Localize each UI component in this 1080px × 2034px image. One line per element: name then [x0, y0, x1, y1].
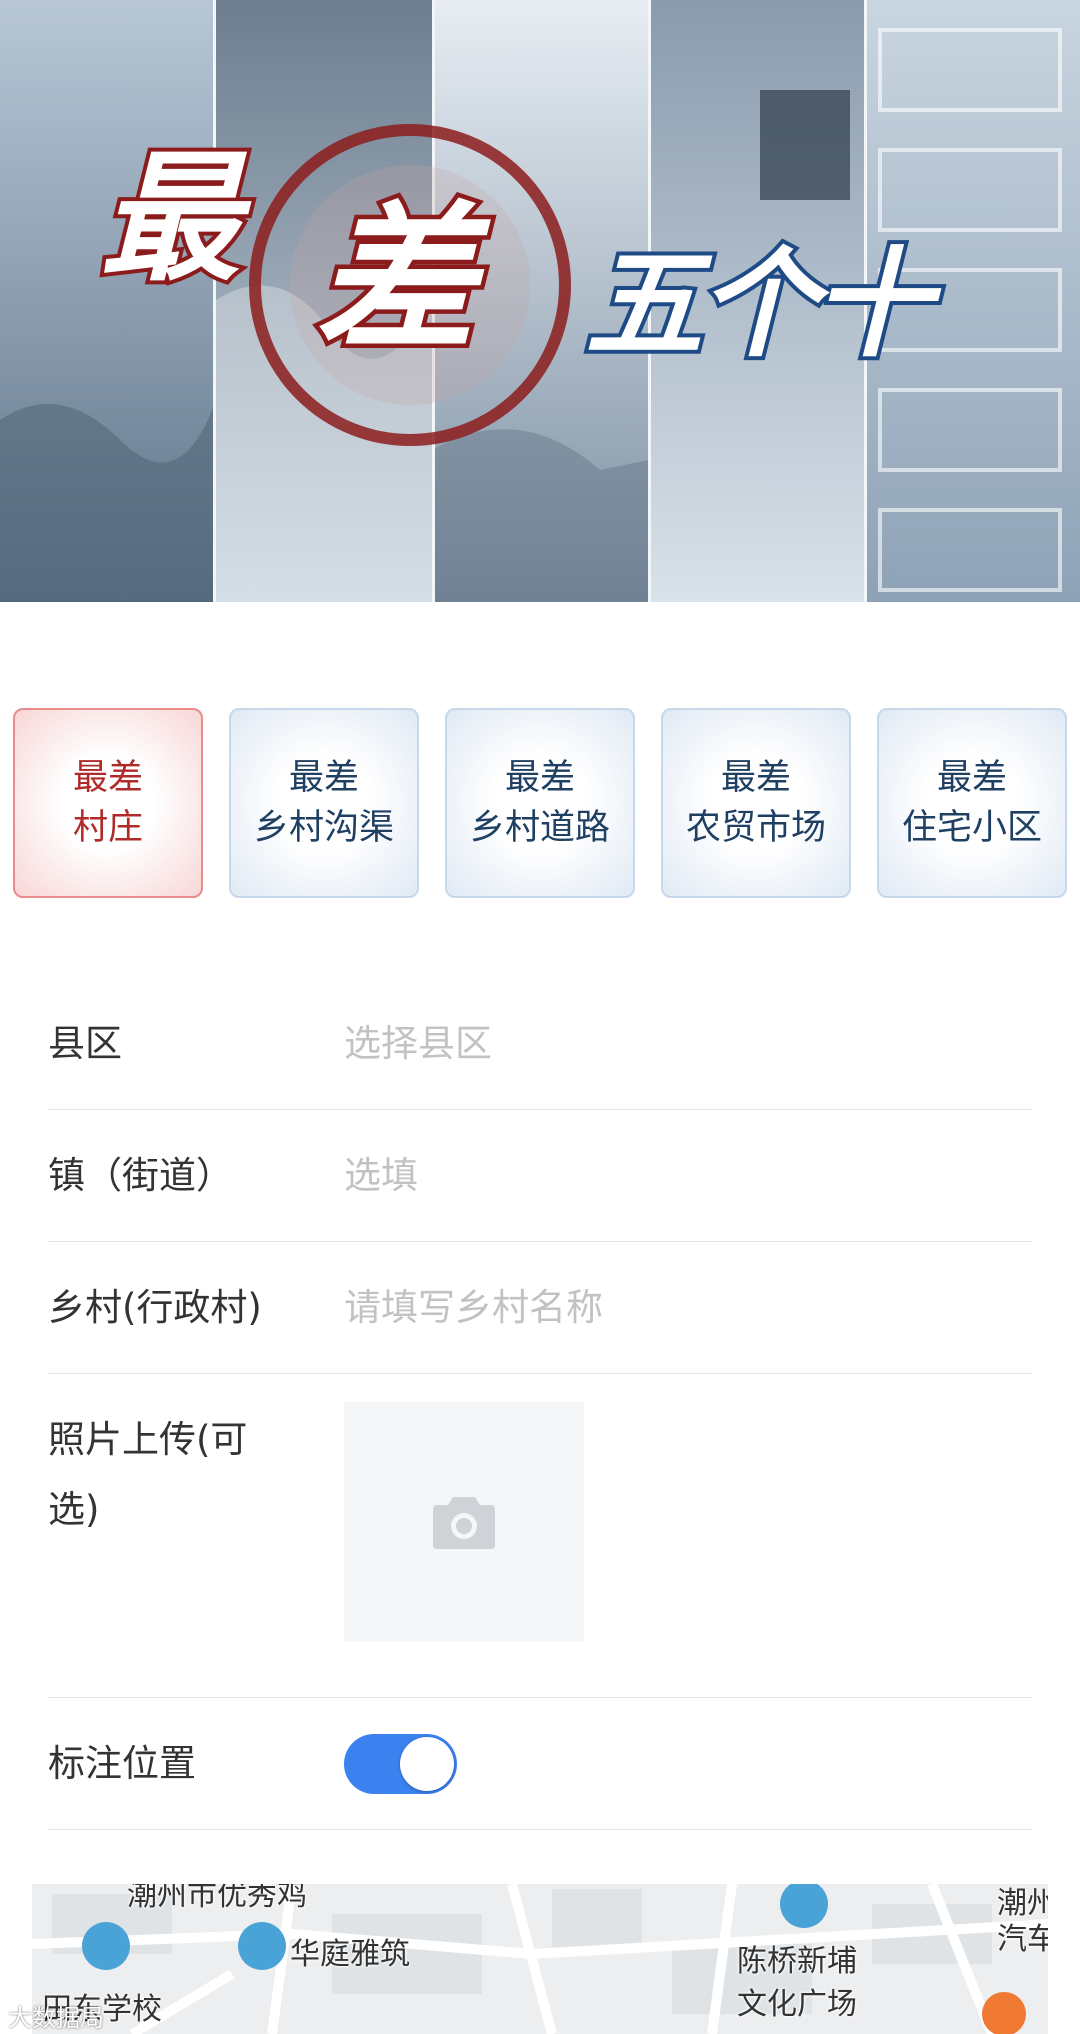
tab-line2: 乡村道路 [469, 808, 610, 848]
report-form: 县区 镇（街道） 乡村(行政村) 照片上传(可 选) 标注位置 [48, 978, 1032, 1830]
tab-line2: 农贸市场 [685, 808, 826, 848]
banner-title: 最 差 五个十 [0, 0, 1080, 602]
map-label: 汽车 [997, 1922, 1048, 1957]
map-label: 华庭雅筑 [290, 1937, 410, 1972]
town-input[interactable] [344, 1146, 1004, 1206]
tab-line2: 乡村沟渠 [253, 808, 394, 848]
tab-worst-rural-ditch[interactable]: 最差 乡村沟渠 [229, 708, 419, 898]
tab-line2: 村庄 [72, 808, 143, 848]
village-label: 乡村(行政村) [48, 1286, 262, 1329]
toggle-knob [400, 1737, 454, 1791]
town-label: 镇（街道） [48, 1154, 233, 1197]
location-toggle[interactable] [344, 1734, 457, 1794]
tab-worst-market[interactable]: 最差 农贸市场 [661, 708, 851, 898]
tab-line1: 最差 [936, 758, 1007, 798]
banner-title-char-2: 差 [310, 186, 479, 373]
location-row: 标注位置 [48, 1698, 1032, 1830]
tab-line1: 最差 [72, 758, 143, 798]
county-select[interactable] [344, 1014, 1004, 1074]
header-banner: 最 差 五个十 [0, 0, 1080, 602]
tab-line1: 最差 [720, 758, 791, 798]
tab-line1: 最差 [288, 758, 359, 798]
photo-upload-button[interactable] [344, 1402, 584, 1642]
tab-line1: 最差 [504, 758, 575, 798]
county-label: 县区 [48, 1022, 122, 1065]
map-label: 陈桥新埔 [737, 1944, 857, 1979]
photo-label-line1: 照片上传(可 [48, 1418, 248, 1461]
tab-worst-rural-road[interactable]: 最差 乡村道路 [445, 708, 635, 898]
village-row[interactable]: 乡村(行政村) [48, 1242, 1032, 1374]
map-label: 潮州市优秀鸡 [127, 1884, 307, 1913]
location-label: 标注位置 [48, 1742, 196, 1785]
camera-icon [433, 1497, 495, 1549]
category-tabs: 最差 村庄 最差 乡村沟渠 最差 乡村道路 最差 农贸市场 最差 住宅小区 [13, 708, 1067, 898]
tab-worst-village[interactable]: 最差 村庄 [13, 708, 203, 898]
county-row[interactable]: 县区 [48, 978, 1032, 1110]
banner-title-rest: 五个十 [581, 235, 935, 373]
photo-label-line2: 选) [48, 1488, 100, 1531]
village-input[interactable] [344, 1278, 1004, 1338]
photo-upload-row: 照片上传(可 选) [48, 1374, 1032, 1698]
location-map[interactable]: 潮州市优秀鸡 华庭雅筑 田东学校 陈桥新埔 文化广场 潮州 汽车 [32, 1884, 1048, 2034]
watermark: 大数据局 [8, 2004, 104, 2032]
tab-line2: 住宅小区 [901, 808, 1042, 848]
banner-title-char-1: 最 [96, 138, 244, 301]
tab-worst-residential[interactable]: 最差 住宅小区 [877, 708, 1067, 898]
map-label: 文化广场 [737, 1987, 857, 2022]
town-row[interactable]: 镇（街道） [48, 1110, 1032, 1242]
